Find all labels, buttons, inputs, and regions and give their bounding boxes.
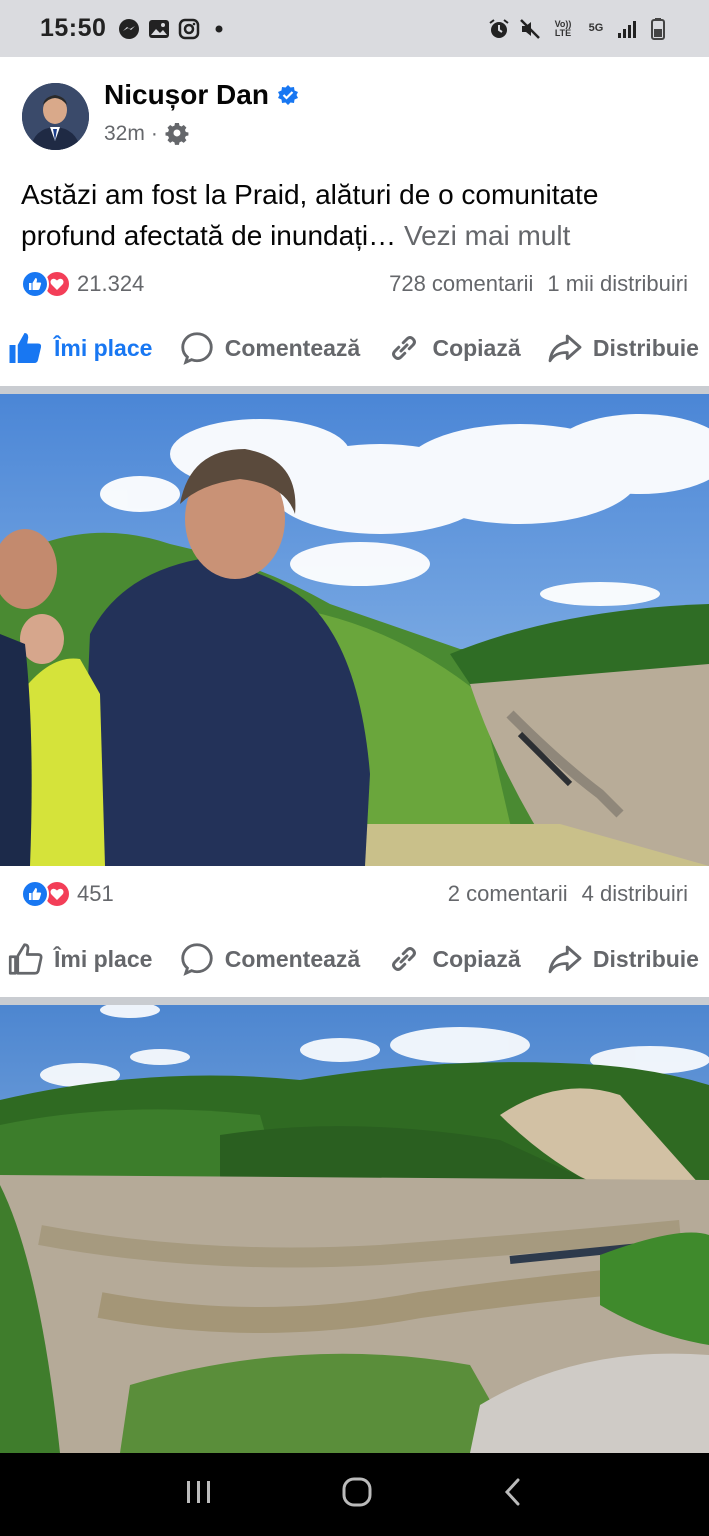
share-arrow-icon — [548, 945, 582, 974]
avatar[interactable] — [22, 83, 89, 150]
signal-icon — [616, 18, 638, 40]
meta-separator: · — [150, 122, 158, 145]
thumbs-up-outline-icon — [8, 943, 43, 975]
share-arrow-icon — [548, 334, 582, 363]
home-icon[interactable] — [341, 1476, 373, 1513]
post-photo-2[interactable] — [0, 1005, 709, 1453]
messenger-icon — [118, 18, 140, 40]
verified-badge-icon — [277, 85, 298, 105]
android-nav-bar — [0, 1453, 709, 1536]
gallery-icon — [148, 18, 170, 40]
comment-bubble-icon — [181, 943, 213, 976]
photo-2-image — [0, 1005, 709, 1453]
alarm-icon — [488, 18, 510, 40]
like-label: Îmi place — [54, 945, 153, 972]
thumbs-up-filled-icon — [9, 333, 42, 363]
photo-1-reaction-count[interactable]: 451 — [77, 881, 114, 907]
comment-label: Comentează — [224, 334, 361, 361]
see-more-link[interactable]: Vezi mai mult — [404, 220, 571, 251]
photo-1-copy-link-button[interactable]: Copiază — [386, 941, 521, 977]
photo-1-comment-button[interactable]: Comentează — [179, 941, 360, 977]
photo-1-share-button[interactable]: Distribuie — [547, 941, 699, 977]
comment-button[interactable]: Comentează — [179, 330, 360, 366]
section-divider — [0, 997, 709, 1005]
network-label: 5G — [588, 22, 604, 34]
share-button[interactable]: Distribuie — [547, 330, 699, 366]
5g-icon: 5G — [585, 18, 607, 40]
comment-bubble-icon — [181, 332, 213, 365]
photo-1-reactions-summary[interactable]: 451 — [21, 880, 114, 908]
like-button[interactable]: Îmi place — [8, 330, 152, 366]
battery-icon — [647, 17, 669, 40]
share-label: Distribuie — [592, 334, 699, 361]
post-time[interactable]: 32m — [104, 122, 145, 146]
author-label[interactable]: Nicușor Dan — [104, 79, 269, 111]
post-text: Astăzi am fost la Praid, alături de o co… — [21, 174, 691, 256]
instagram-icon — [178, 18, 200, 40]
audience-gear-icon[interactable] — [164, 121, 190, 147]
photo-1-actions: Îmi place Comentează Copiază Distribuie — [0, 929, 709, 989]
comment-label: Comentează — [224, 945, 361, 972]
reactions-summary[interactable]: 21.324 — [21, 270, 144, 298]
share-label: Distribuie — [592, 945, 699, 972]
like-reaction-icon — [21, 270, 49, 298]
photo-1-shares-count[interactable]: 4 distribuiri — [582, 881, 688, 907]
recent-apps-icon[interactable] — [184, 1478, 214, 1511]
like-label: Îmi place — [54, 334, 153, 361]
volte-label: Vo)) LTE — [554, 18, 572, 38]
status-time: 15:50 — [40, 14, 107, 42]
status-bar: 15:50 Vo)) LTE 5G — [0, 0, 709, 57]
photo-1-stats: 451 2 comentarii 4 distribuiri — [0, 874, 709, 914]
section-divider — [0, 386, 709, 394]
author-name[interactable]: Nicușor Dan — [104, 79, 299, 111]
photo-1-image — [0, 394, 709, 866]
volte-icon: Vo)) LTE — [550, 18, 576, 40]
reaction-count[interactable]: 21.324 — [77, 271, 144, 297]
dot-icon — [208, 18, 230, 40]
mute-icon — [519, 18, 541, 40]
photo-1-like-button[interactable]: Îmi place — [8, 941, 152, 977]
link-icon — [392, 336, 417, 360]
copy-label: Copiază — [432, 945, 521, 972]
post-actions: Îmi place Comentează Copiază Distribuie — [0, 318, 709, 378]
copy-label: Copiază — [432, 334, 521, 361]
post-header: Nicușor Dan 32m · — [0, 57, 709, 170]
shares-count[interactable]: 1 mii distribuiri — [547, 271, 688, 297]
link-icon — [392, 947, 417, 971]
post-meta: 32m · — [104, 121, 190, 147]
like-reaction-icon — [21, 880, 49, 908]
comments-count[interactable]: 728 comentarii — [389, 271, 533, 297]
photo-1-comments-count[interactable]: 2 comentarii — [448, 881, 568, 907]
post-photo-1[interactable] — [0, 394, 709, 866]
copy-link-button[interactable]: Copiază — [386, 330, 521, 366]
back-icon[interactable] — [501, 1477, 525, 1512]
post-stats: 21.324 728 comentarii 1 mii distribuiri — [0, 264, 709, 304]
